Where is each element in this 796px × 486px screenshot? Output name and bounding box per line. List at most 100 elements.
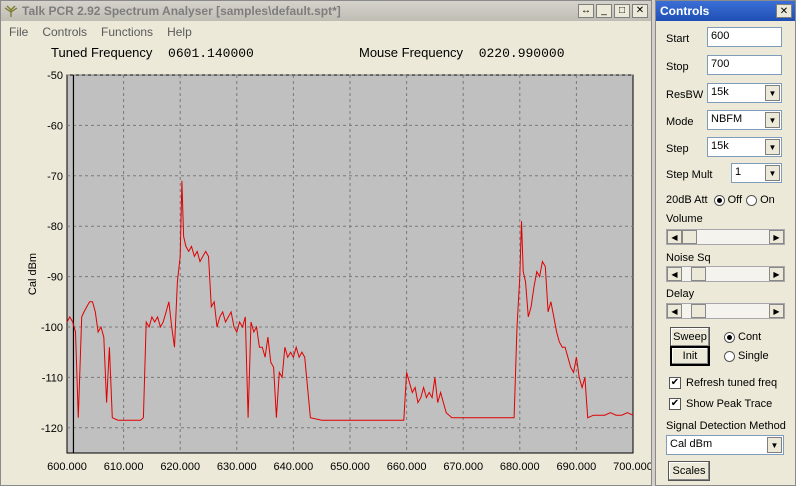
step-mult-select[interactable]: 1 ▼: [731, 163, 782, 183]
mode-select[interactable]: NBFM ▼: [707, 110, 782, 130]
x-tick-label: 640.000: [274, 461, 314, 473]
step-select[interactable]: 15k ▼: [707, 137, 782, 157]
resbw-select[interactable]: 15k ▼: [707, 83, 782, 103]
maximize-button[interactable]: □: [614, 4, 630, 18]
chevron-down-icon[interactable]: ▼: [765, 112, 780, 128]
sweep-single-label: Single: [738, 350, 769, 362]
antenna-icon: [4, 5, 18, 17]
delay-thumb[interactable]: [690, 304, 706, 318]
step-mult-value: 1: [735, 166, 742, 178]
main-titlebar[interactable]: Talk PCR 2.92 Spectrum Analyser [samples…: [1, 1, 651, 21]
y-tick-label: -120: [41, 423, 63, 435]
x-tick-label: 630.000: [217, 461, 257, 473]
x-tick-label: 680.000: [500, 461, 540, 473]
radio-on-icon: [713, 194, 725, 206]
signal-detection-label: Signal Detection Method: [666, 420, 786, 432]
spectrum-window: Talk PCR 2.92 Spectrum Analyser [samples…: [0, 0, 652, 486]
chevron-down-icon[interactable]: ▼: [765, 165, 780, 181]
close-button[interactable]: ✕: [632, 4, 648, 18]
mode-value: NBFM: [711, 113, 743, 125]
controls-title: Controls: [660, 4, 710, 18]
menu-bar: File Controls Functions Help: [1, 22, 651, 42]
spectrum-plot[interactable]: 600.000 610.000 620.000 630.000 640.000 650.0…: [1, 63, 651, 483]
signal-detection-select[interactable]: Cal dBm ▼: [666, 435, 784, 455]
att-on-radio[interactable]: On: [746, 194, 775, 206]
sweep-button[interactable]: Sweep: [670, 327, 710, 347]
y-tick-label: -90: [47, 272, 63, 284]
volume-slider[interactable]: ◀ ▶: [666, 229, 785, 245]
tuned-frequency-value: 0601.140000: [168, 46, 254, 61]
att-off-radio[interactable]: Off: [713, 194, 742, 206]
x-tick-label: 600.000: [47, 461, 87, 473]
sweep-single-radio[interactable]: Single: [724, 350, 769, 362]
radio-on-icon: [724, 331, 735, 343]
y-tick-label: -50: [47, 70, 63, 82]
refresh-checkbox-row[interactable]: ✔ Refresh tuned freq: [669, 377, 777, 389]
minimize-button[interactable]: _: [596, 4, 612, 18]
att-on-label: On: [760, 194, 775, 206]
x-tick-label: 610.000: [104, 461, 144, 473]
restore-width-button[interactable]: ↔: [578, 4, 594, 18]
x-tick-label: 700.000: [613, 461, 651, 473]
scroll-left-icon[interactable]: ◀: [667, 304, 682, 318]
resbw-value: 15k: [711, 86, 729, 98]
scroll-left-icon[interactable]: ◀: [667, 267, 682, 281]
init-button[interactable]: Init: [670, 346, 710, 366]
scroll-right-icon[interactable]: ▶: [769, 267, 784, 281]
sweep-cont-radio[interactable]: Cont: [724, 331, 761, 343]
att-row: 20dB Att Off On: [666, 194, 775, 206]
x-tick-label: 670.000: [443, 461, 483, 473]
refresh-label: Refresh tuned freq: [686, 377, 778, 389]
resbw-label: ResBW: [666, 89, 704, 101]
menu-help[interactable]: Help: [167, 25, 192, 39]
tuned-frequency-readout: Tuned Frequency 0601.140000: [51, 45, 254, 61]
start-input[interactable]: 600: [707, 27, 782, 47]
scales-button[interactable]: Scales: [668, 461, 710, 481]
radio-off-icon: [746, 194, 758, 206]
checkmark-icon[interactable]: ✔: [669, 377, 681, 389]
controls-window: Controls ✕ Start 600 Stop 700 ResBW 15k …: [655, 0, 796, 486]
scroll-left-icon[interactable]: ◀: [667, 230, 682, 244]
noise-sq-slider[interactable]: ◀ ▶: [666, 266, 785, 282]
mouse-frequency-readout: Mouse Frequency 0220.990000: [359, 45, 565, 61]
chevron-down-icon[interactable]: ▼: [765, 85, 780, 101]
tuned-frequency-label: Tuned Frequency: [51, 45, 153, 60]
x-tick-label: 660.000: [387, 461, 427, 473]
delay-label: Delay: [666, 288, 695, 300]
volume-thumb[interactable]: [682, 230, 697, 244]
stop-input[interactable]: 700: [707, 55, 782, 75]
peak-trace-checkbox-row[interactable]: ✔ Show Peak Trace: [669, 398, 772, 410]
y-tick-label: -70: [47, 171, 63, 183]
start-label: Start: [666, 33, 690, 45]
y-axis-label: Cal dBm: [27, 253, 39, 295]
y-tick-label: -100: [41, 322, 63, 334]
chevron-down-icon[interactable]: ▼: [765, 139, 780, 155]
controls-titlebar[interactable]: Controls ✕: [656, 1, 795, 21]
scroll-right-icon[interactable]: ▶: [769, 230, 784, 244]
mode-label: Mode: [666, 116, 694, 128]
delay-slider[interactable]: ◀ ▶: [666, 303, 785, 319]
peak-trace-label: Show Peak Trace: [686, 398, 773, 410]
controls-close-button[interactable]: ✕: [776, 4, 792, 18]
att-label: 20dB Att: [666, 194, 708, 206]
step-label: Step: [666, 143, 689, 155]
noise-sq-label: Noise Sq: [666, 252, 711, 264]
sweep-cont-label: Cont: [738, 331, 762, 343]
menu-controls[interactable]: Controls: [42, 25, 87, 39]
x-tick-label: 620.000: [160, 461, 200, 473]
radio-off-icon: [724, 350, 735, 362]
x-tick-label: 650.000: [330, 461, 370, 473]
signal-detection-value: Cal dBm: [670, 438, 713, 450]
checkmark-icon[interactable]: ✔: [669, 398, 681, 410]
scroll-right-icon[interactable]: ▶: [769, 304, 784, 318]
main-title: Talk PCR 2.92 Spectrum Analyser [samples…: [22, 4, 341, 18]
step-value: 15k: [711, 140, 729, 152]
noise-sq-thumb[interactable]: [690, 267, 706, 281]
menu-functions[interactable]: Functions: [101, 25, 153, 39]
menu-file[interactable]: File: [9, 25, 28, 39]
mouse-frequency-label: Mouse Frequency: [359, 45, 464, 60]
step-mult-label: Step Mult: [666, 169, 713, 181]
mouse-frequency-value: 0220.990000: [478, 46, 565, 61]
y-tick-label: -80: [47, 221, 63, 233]
chevron-down-icon[interactable]: ▼: [767, 437, 782, 453]
